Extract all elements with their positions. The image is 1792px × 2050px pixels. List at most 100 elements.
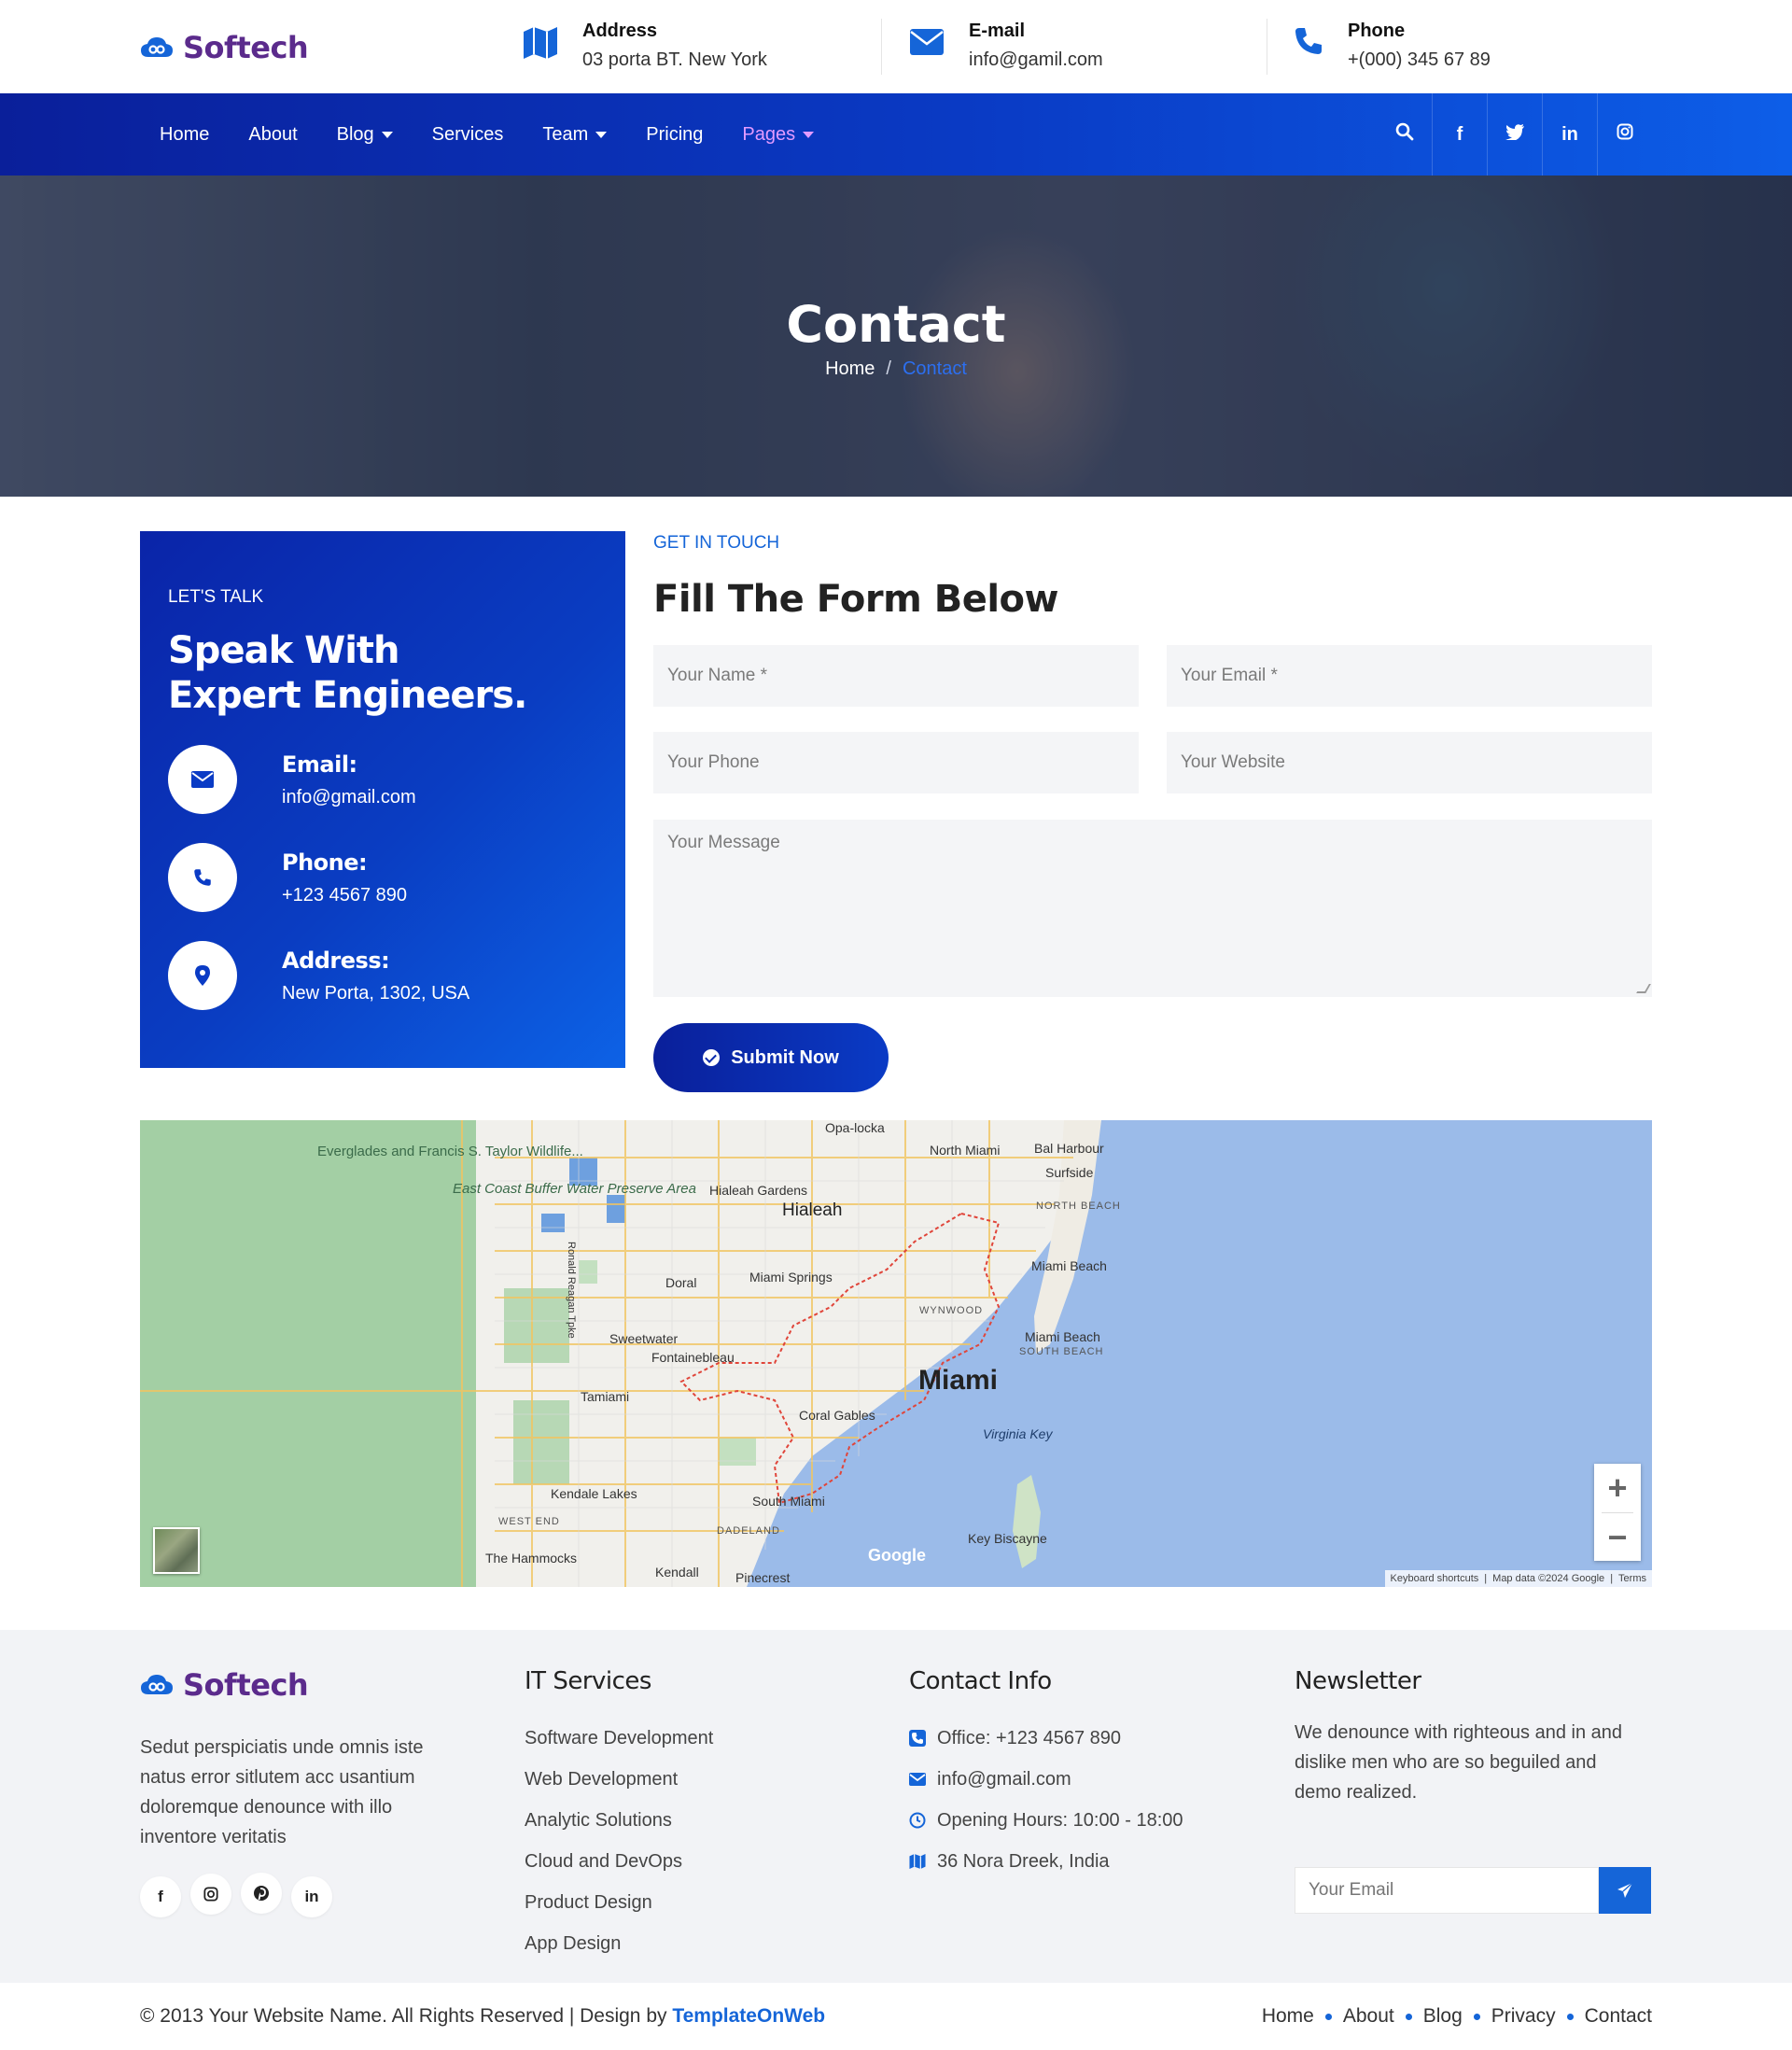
dot-separator — [1324, 2013, 1332, 2020]
breadcrumb: Home / Contact — [0, 358, 1792, 380]
nav-item-services[interactable]: Services — [432, 124, 504, 146]
nav-item-about[interactable]: About — [248, 124, 297, 146]
submit-button[interactable]: Submit Now — [653, 1023, 889, 1092]
map-label: Kendall — [655, 1565, 699, 1580]
nav-item-team[interactable]: Team — [542, 124, 608, 146]
form-heading: Fill The Form Below — [653, 578, 1058, 621]
service-link[interactable]: Software Development — [525, 1718, 713, 1759]
terms-link[interactable]: Terms — [1618, 1573, 1646, 1584]
footer-hours: Opening Hours: 10:00 - 18:00 — [937, 1809, 1183, 1831]
location-pin-icon — [168, 941, 237, 1010]
instagram-icon[interactable] — [190, 1874, 231, 1915]
phone-title: Phone — [1348, 21, 1406, 41]
service-link[interactable]: Product Design — [525, 1882, 713, 1923]
map-label: WEST END — [498, 1516, 560, 1527]
contact-heading: Contact Info — [909, 1667, 1052, 1695]
newsletter-submit-button[interactable] — [1599, 1867, 1651, 1914]
footer-social: f in — [140, 1873, 476, 1917]
check-circle-icon — [703, 1049, 721, 1066]
facebook-icon[interactable]: f — [1433, 124, 1487, 146]
breadcrumb-home[interactable]: Home — [825, 358, 875, 379]
talk-email-row: Email: info@gmail.com — [168, 745, 416, 814]
talk-phone-value[interactable]: +123 4567 890 — [282, 885, 407, 906]
nav-label: Pricing — [646, 123, 704, 145]
map-label: Tamiami — [581, 1389, 630, 1404]
map-label: Virginia Key — [983, 1426, 1053, 1441]
footer-about-text: Sedut perspiciatis unde omnis iste natus… — [140, 1737, 424, 1847]
map-icon — [524, 27, 557, 59]
topbar-email: E-mail info@gamil.com — [909, 17, 1103, 71]
nav-item-blog[interactable]: Blog — [337, 124, 393, 146]
bottom-link-home[interactable]: Home — [1262, 2005, 1314, 2028]
bottom-link-privacy[interactable]: Privacy — [1491, 2005, 1556, 2028]
caret-down-icon — [803, 131, 815, 138]
map-label: Sweetwater — [609, 1331, 679, 1346]
bottom-link-contact[interactable]: Contact — [1585, 2005, 1652, 2028]
nav-item-pages[interactable]: Pages — [742, 123, 815, 146]
service-link[interactable]: App Design — [525, 1923, 713, 1964]
cloud-logo-icon — [141, 1675, 173, 1694]
message-textarea[interactable] — [653, 820, 1652, 997]
service-link[interactable]: Cloud and DevOps — [525, 1841, 713, 1882]
service-link[interactable]: Web Development — [525, 1759, 713, 1800]
main-navbar: Home About Blog Services Team Pricing Pa… — [0, 93, 1792, 176]
footer-contact: Contact Info Office: +123 4567 890 info@… — [909, 1667, 1183, 1882]
address-title: Address — [582, 21, 658, 41]
map-label: East Coast Buffer Water Preserve Area — [453, 1181, 696, 1197]
service-link[interactable]: Analytic Solutions — [525, 1800, 713, 1841]
map-layer-toggle[interactable] — [153, 1527, 200, 1574]
twitter-icon[interactable] — [1488, 123, 1542, 146]
paper-plane-icon — [1617, 1882, 1633, 1898]
talk-email-value[interactable]: info@gmail.com — [282, 787, 416, 808]
topbar-phone: Phone +(000) 345 67 89 — [1294, 17, 1491, 71]
email-input[interactable] — [1167, 645, 1652, 707]
nav-label: Pages — [742, 123, 796, 145]
map-label: Bal Harbour — [1034, 1141, 1104, 1156]
zoom-in-button[interactable]: + — [1594, 1464, 1641, 1512]
envelope-icon — [168, 745, 237, 814]
email-title: E-mail — [969, 21, 1026, 41]
pinterest-icon[interactable] — [241, 1873, 282, 1914]
phone-value[interactable]: +(000) 345 67 89 — [1348, 49, 1491, 71]
zoom-control: + − — [1594, 1464, 1641, 1561]
designer-link[interactable]: TemplateOnWeb — [672, 2005, 825, 2027]
bottom-link-blog[interactable]: Blog — [1423, 2005, 1463, 2028]
phone-square-icon — [909, 1730, 926, 1747]
site-logo[interactable]: Softech — [140, 30, 309, 65]
map-data-text: Map data ©2024 Google — [1492, 1573, 1605, 1584]
address-value: 03 porta BT. New York — [582, 49, 767, 70]
services-heading: IT Services — [525, 1667, 651, 1695]
search-icon[interactable] — [1378, 122, 1432, 147]
talk-address-value: New Porta, 1302, USA — [282, 982, 470, 1004]
linkedin-icon[interactable]: in — [291, 1876, 332, 1917]
map-label: Everglades and Francis S. Taylor Wildlif… — [317, 1144, 583, 1159]
google-map[interactable]: Everglades and Francis S. Taylor Wildlif… — [140, 1120, 1652, 1587]
divider — [881, 19, 882, 75]
dot-separator — [1473, 2013, 1480, 2020]
linkedin-icon[interactable]: in — [1543, 124, 1597, 146]
caret-down-icon — [595, 131, 608, 138]
map-label: Ronald Reagan Tpke — [566, 1242, 577, 1339]
newsletter-email-input[interactable] — [1295, 1867, 1599, 1914]
facebook-icon[interactable]: f — [140, 1876, 181, 1917]
name-input[interactable] — [653, 645, 1139, 707]
nav-item-pricing[interactable]: Pricing — [646, 124, 703, 146]
envelope-icon — [909, 1773, 926, 1786]
map-attribution: Keyboard shortcuts | Map data ©2024 Goog… — [1384, 1570, 1652, 1587]
nav-item-home[interactable]: Home — [160, 124, 209, 146]
footer-about: Softech Sedut perspiciatis unde omnis is… — [140, 1667, 476, 1917]
instagram-icon[interactable] — [1598, 123, 1652, 146]
phone-input[interactable] — [653, 732, 1139, 793]
zoom-out-button[interactable]: − — [1594, 1513, 1641, 1562]
website-input[interactable] — [1167, 732, 1652, 793]
footer-email[interactable]: info@gmail.com — [937, 1769, 1071, 1790]
dot-separator — [1566, 2013, 1574, 2020]
map-label: Doral — [665, 1275, 697, 1290]
footer-logo[interactable]: Softech — [140, 1667, 476, 1703]
divider: | — [1484, 1573, 1488, 1584]
bottom-link-about[interactable]: About — [1343, 2005, 1394, 2028]
form-eyebrow: GET IN TOUCH — [653, 533, 780, 553]
map-label: Fontainebleau — [651, 1350, 735, 1365]
email-value[interactable]: info@gamil.com — [969, 49, 1103, 71]
keyboard-shortcuts-link[interactable]: Keyboard shortcuts — [1391, 1573, 1479, 1584]
